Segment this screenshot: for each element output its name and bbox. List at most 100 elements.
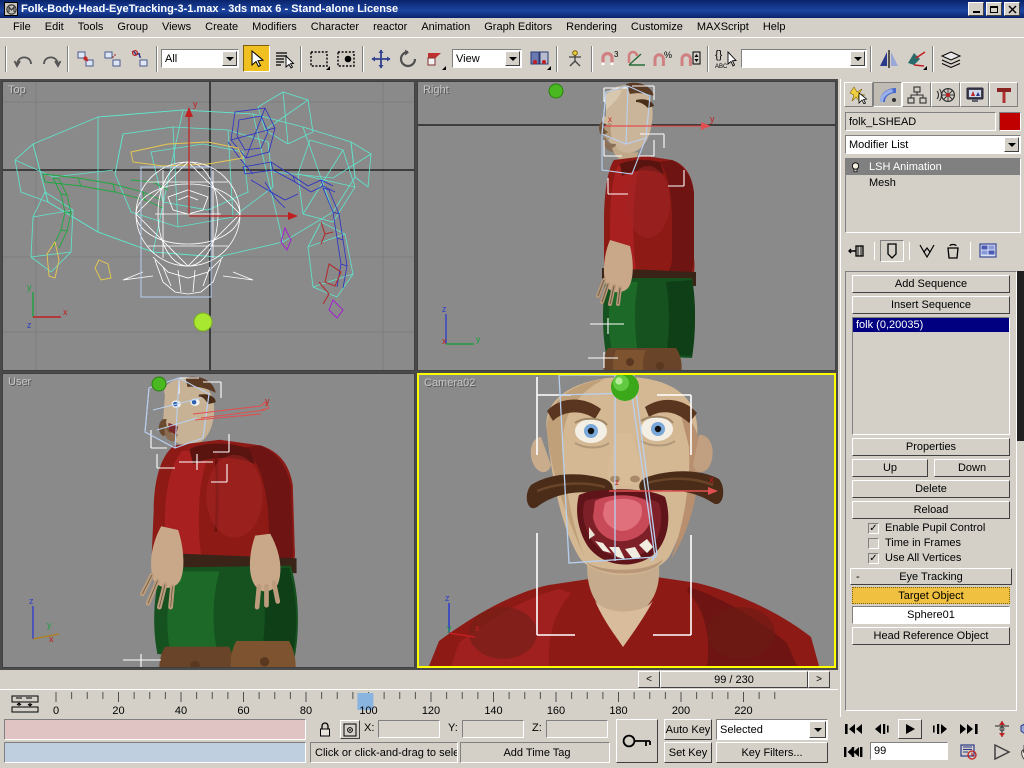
layer-manager-icon[interactable]: [937, 45, 964, 72]
key-filters-button[interactable]: Key Filters...: [716, 742, 828, 763]
angle-snap-toggle-icon[interactable]: [623, 45, 650, 72]
named-selection-sets-icon[interactable]: {}ABC: [712, 45, 739, 72]
zoom-all-icon[interactable]: [1016, 718, 1024, 740]
select-and-link-icon[interactable]: [72, 45, 99, 72]
pan-icon[interactable]: [1016, 741, 1024, 763]
3d-snap-toggle-icon[interactable]: 3: [596, 45, 623, 72]
remove-modifier-icon[interactable]: [941, 240, 965, 262]
key-mode-combo[interactable]: Selected: [716, 719, 828, 740]
track-bar[interactable]: 020406080100120140160180200220: [0, 689, 838, 717]
rectangular-selection-region-icon[interactable]: [305, 45, 332, 72]
time-configuration-icon[interactable]: [956, 742, 982, 762]
undo-icon[interactable]: [10, 45, 37, 72]
modifier-stack-row-lsh-animation[interactable]: LSH Animation: [846, 159, 1020, 175]
time-in-frames-row[interactable]: Time in Frames: [868, 537, 1016, 549]
create-tab[interactable]: [844, 82, 873, 107]
maximize-button[interactable]: [986, 2, 1002, 16]
enable-pupil-control-checkbox[interactable]: ✓: [868, 523, 879, 534]
head-reference-object-button[interactable]: Head Reference Object: [852, 627, 1010, 645]
field-of-view-icon[interactable]: [990, 741, 1014, 763]
menu-help[interactable]: Help: [756, 20, 793, 34]
modifier-stack-row-mesh[interactable]: Mesh: [846, 175, 1020, 191]
open-mini-curve-editor-icon[interactable]: [8, 693, 42, 715]
object-color-swatch[interactable]: [999, 112, 1021, 131]
up-button[interactable]: Up: [852, 459, 928, 477]
menu-reactor[interactable]: reactor: [366, 20, 414, 34]
target-object-value[interactable]: Sphere01: [852, 606, 1010, 624]
time-slider-frame-display[interactable]: 99 / 230: [660, 671, 808, 688]
chevron-down-icon[interactable]: [222, 51, 237, 66]
previous-frame-icon[interactable]: [870, 719, 896, 739]
modify-tab[interactable]: [873, 82, 902, 107]
command-panel-scrollbar[interactable]: [1017, 271, 1024, 711]
frame-ruler[interactable]: 020406080100120140160180200220: [44, 690, 838, 718]
eye-tracking-collapse-icon[interactable]: -: [856, 571, 860, 583]
display-tab[interactable]: [960, 82, 989, 107]
add-time-tag-button[interactable]: Add Time Tag: [460, 742, 610, 763]
select-object-icon[interactable]: [243, 45, 270, 72]
utilities-tab[interactable]: [989, 82, 1018, 107]
chevron-down-icon-4[interactable]: [809, 721, 826, 738]
object-name-field[interactable]: folk_LSHEAD: [845, 112, 996, 131]
go-to-start-icon[interactable]: [840, 719, 866, 739]
menu-customize[interactable]: Customize: [624, 20, 690, 34]
light-bulb-icon[interactable]: [850, 162, 861, 173]
reference-coordinate-system-combo[interactable]: View: [452, 49, 522, 68]
use-all-vertices-row[interactable]: ✓ Use All Vertices: [868, 552, 1016, 564]
viewport-camera02[interactable]: x z z y x Camera02: [417, 373, 836, 668]
viewport-top[interactable]: y y x z Top: [2, 81, 415, 371]
menu-views[interactable]: Views: [155, 20, 198, 34]
sequence-list[interactable]: folk (0,20035): [852, 317, 1010, 435]
select-and-manipulate-icon[interactable]: [561, 45, 588, 72]
selection-filter-combo[interactable]: All: [161, 49, 239, 68]
auto-key-button[interactable]: Auto Key: [664, 719, 712, 740]
add-sequence-button[interactable]: Add Sequence: [852, 275, 1010, 293]
bind-to-space-warp-icon[interactable]: [126, 45, 153, 72]
play-animation-icon[interactable]: [898, 719, 922, 739]
spinner-snap-toggle-icon[interactable]: [677, 45, 704, 72]
pin-stack-icon[interactable]: [845, 240, 869, 262]
use-all-vertices-checkbox[interactable]: ✓: [868, 553, 879, 564]
show-end-result-icon[interactable]: [880, 240, 904, 262]
menu-rendering[interactable]: Rendering: [559, 20, 624, 34]
chevron-down-icon-5[interactable]: [1004, 137, 1019, 152]
use-pivot-point-center-icon[interactable]: [526, 45, 553, 72]
select-by-name-icon[interactable]: [270, 45, 297, 72]
insert-sequence-button[interactable]: Insert Sequence: [852, 296, 1010, 314]
menu-modifiers[interactable]: Modifiers: [245, 20, 304, 34]
absolute-relative-transform-toggle-icon[interactable]: [340, 720, 360, 739]
time-in-frames-checkbox[interactable]: [868, 538, 879, 549]
z-field[interactable]: [546, 720, 608, 738]
key-mode-toggle-icon[interactable]: [616, 719, 658, 763]
viewport-right[interactable]: y x z y x Right: [417, 81, 836, 371]
menu-animation[interactable]: Animation: [414, 20, 477, 34]
menu-graph-editors[interactable]: Graph Editors: [477, 20, 559, 34]
next-frame-icon[interactable]: [926, 719, 952, 739]
menu-file[interactable]: File: [6, 20, 38, 34]
zoom-icon[interactable]: [990, 718, 1014, 740]
percent-snap-toggle-icon[interactable]: %: [650, 45, 677, 72]
time-slider-prev-button[interactable]: <: [638, 671, 660, 688]
delete-button[interactable]: Delete: [852, 480, 1010, 498]
eye-tracking-rollout-header[interactable]: - Eye Tracking: [850, 568, 1012, 585]
set-key-button[interactable]: Set Key: [664, 742, 712, 763]
selection-lock-toggle-icon[interactable]: [316, 720, 334, 740]
target-object-button[interactable]: Target Object: [852, 587, 1010, 604]
menu-group[interactable]: Group: [110, 20, 155, 34]
current-frame-field[interactable]: 99: [870, 742, 948, 760]
sequence-list-item-0[interactable]: folk (0,20035): [853, 318, 1009, 332]
minimize-button[interactable]: [968, 2, 984, 16]
menu-create[interactable]: Create: [198, 20, 245, 34]
select-and-move-icon[interactable]: [367, 45, 394, 72]
command-panel-scroll-thumb[interactable]: [1017, 271, 1024, 441]
properties-button[interactable]: Properties: [852, 438, 1010, 456]
menu-tools[interactable]: Tools: [71, 20, 111, 34]
chevron-down-icon-3[interactable]: [850, 51, 865, 66]
enable-pupil-control-row[interactable]: ✓ Enable Pupil Control: [868, 522, 1016, 534]
unlink-selection-icon[interactable]: [99, 45, 126, 72]
modifier-stack[interactable]: LSH Animation Mesh: [845, 158, 1021, 233]
menu-maxscript[interactable]: MAXScript: [690, 20, 756, 34]
named-selection-combo[interactable]: [741, 49, 867, 68]
align-icon[interactable]: [902, 45, 929, 72]
select-and-uniform-scale-icon[interactable]: [421, 45, 448, 72]
